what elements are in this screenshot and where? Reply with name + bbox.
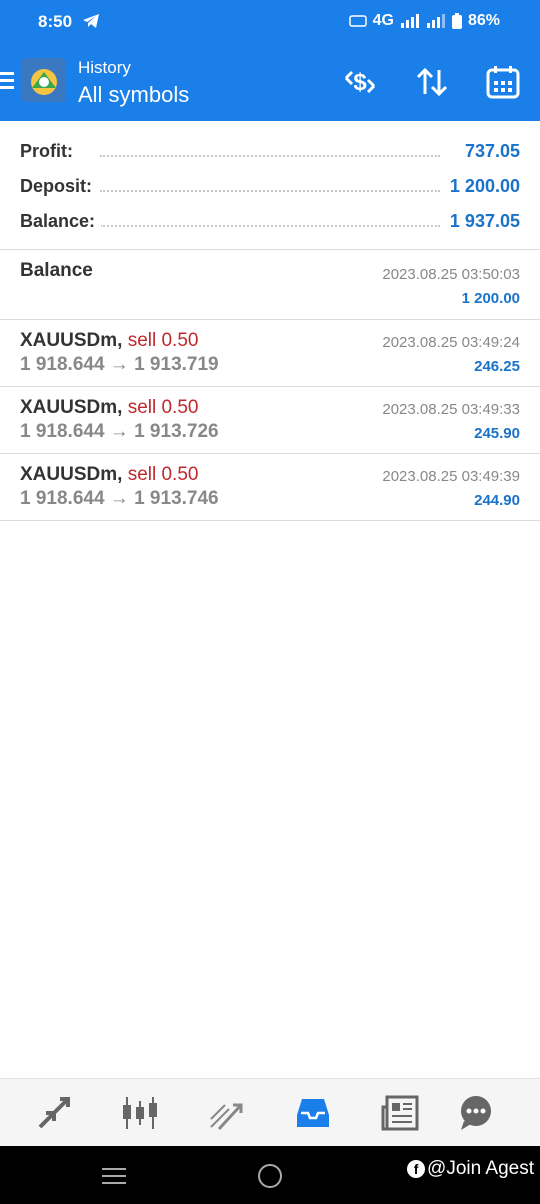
svg-text:$: $ [353, 69, 367, 96]
trade-date: 2023.08.25 03:49:33 [382, 401, 520, 418]
header-title[interactable]: All symbols [78, 82, 189, 108]
summary-label: Profit: [20, 141, 79, 162]
trade-prices: 1 918.644 → 1 913.746 [20, 488, 219, 509]
recents-icon[interactable] [102, 1168, 126, 1189]
trade-chart-icon[interactable] [207, 1093, 247, 1133]
summary-label: Deposit: [20, 176, 98, 197]
header-subtitle: History [78, 58, 131, 77]
trade-symbol: XAUUSDm, sell 0.50 [20, 464, 199, 485]
bottom-nav [0, 1078, 540, 1147]
balance-entry[interactable]: Balance 2023.08.25 03:50:03 1 200.00 [0, 250, 540, 320]
trade-row[interactable]: XAUUSDm, sell 0.50 1 918.644 → 1 913.746… [0, 454, 540, 521]
trade-side: sell 0.50 [127, 330, 199, 351]
summary-value: 1 200.00 [443, 176, 520, 197]
trade-profit: 245.90 [474, 425, 520, 442]
status-time: 8:50 [38, 12, 73, 31]
summary-profit: Profit: 737.05 [20, 137, 520, 167]
candlestick-chart-icon[interactable] [120, 1093, 160, 1133]
system-nav-bar: f @Join Agest [0, 1146, 540, 1204]
trade-prices: 1 918.644 → 1 913.719 [20, 354, 219, 375]
trade-symbol: XAUUSDm, sell 0.50 [20, 397, 199, 418]
summary-value: 737.05 [458, 141, 520, 162]
home-icon[interactable] [258, 1164, 282, 1188]
menu-icon[interactable] [0, 72, 14, 93]
battery-level: 86% [467, 12, 500, 29]
dollar-exchange-icon[interactable]: $ [342, 64, 378, 100]
trade-prices: 1 918.644 → 1 913.726 [20, 421, 219, 442]
trade-date: 2023.08.25 03:49:24 [382, 334, 520, 351]
sort-icon[interactable] [414, 64, 450, 100]
status-indicators: 4G 86% [348, 12, 500, 30]
news-icon[interactable] [380, 1093, 420, 1133]
entry-amount: 1 200.00 [461, 290, 520, 307]
watermark-text: @Join Agest [427, 1158, 534, 1179]
quotes-arrows-icon[interactable] [34, 1093, 74, 1133]
volte-icon [348, 15, 367, 27]
status-bar: 8:50 4G 86% [0, 0, 540, 44]
app-bar: History All symbols $ [0, 44, 540, 121]
entry-title: Balance [20, 260, 93, 281]
telegram-icon [83, 14, 99, 28]
summary-balance: Balance: 1 937.05 [20, 207, 520, 237]
entry-date: 2023.08.25 03:50:03 [382, 266, 520, 283]
trade-side: sell 0.50 [127, 464, 199, 485]
metatrader-logo-icon [22, 58, 66, 102]
summary-value: 1 937.05 [443, 211, 520, 232]
network-type: 4G [372, 12, 394, 29]
calendar-icon[interactable] [485, 64, 521, 100]
chat-icon[interactable] [456, 1093, 496, 1133]
trade-side: sell 0.50 [127, 397, 199, 418]
watermark: f @Join Agest [407, 1158, 534, 1180]
trade-profit: 246.25 [474, 358, 520, 375]
trade-symbol: XAUUSDm, sell 0.50 [20, 330, 199, 351]
signal-icon [400, 14, 419, 28]
signal-icon-2 [426, 14, 445, 28]
trade-date: 2023.08.25 03:49:39 [382, 468, 520, 485]
history-summary: Profit: 737.05 Deposit: 1 200.00 Balance… [0, 121, 540, 250]
summary-label: Balance: [20, 211, 102, 232]
trade-row[interactable]: XAUUSDm, sell 0.50 1 918.644 → 1 913.726… [0, 387, 540, 454]
history-inbox-icon[interactable] [293, 1093, 333, 1133]
summary-deposit: Deposit: 1 200.00 [20, 172, 520, 202]
facebook-icon: f [407, 1160, 426, 1178]
battery-icon [451, 13, 462, 29]
trade-row[interactable]: XAUUSDm, sell 0.50 1 918.644 → 1 913.719… [0, 320, 540, 387]
trade-profit: 244.90 [474, 492, 520, 509]
